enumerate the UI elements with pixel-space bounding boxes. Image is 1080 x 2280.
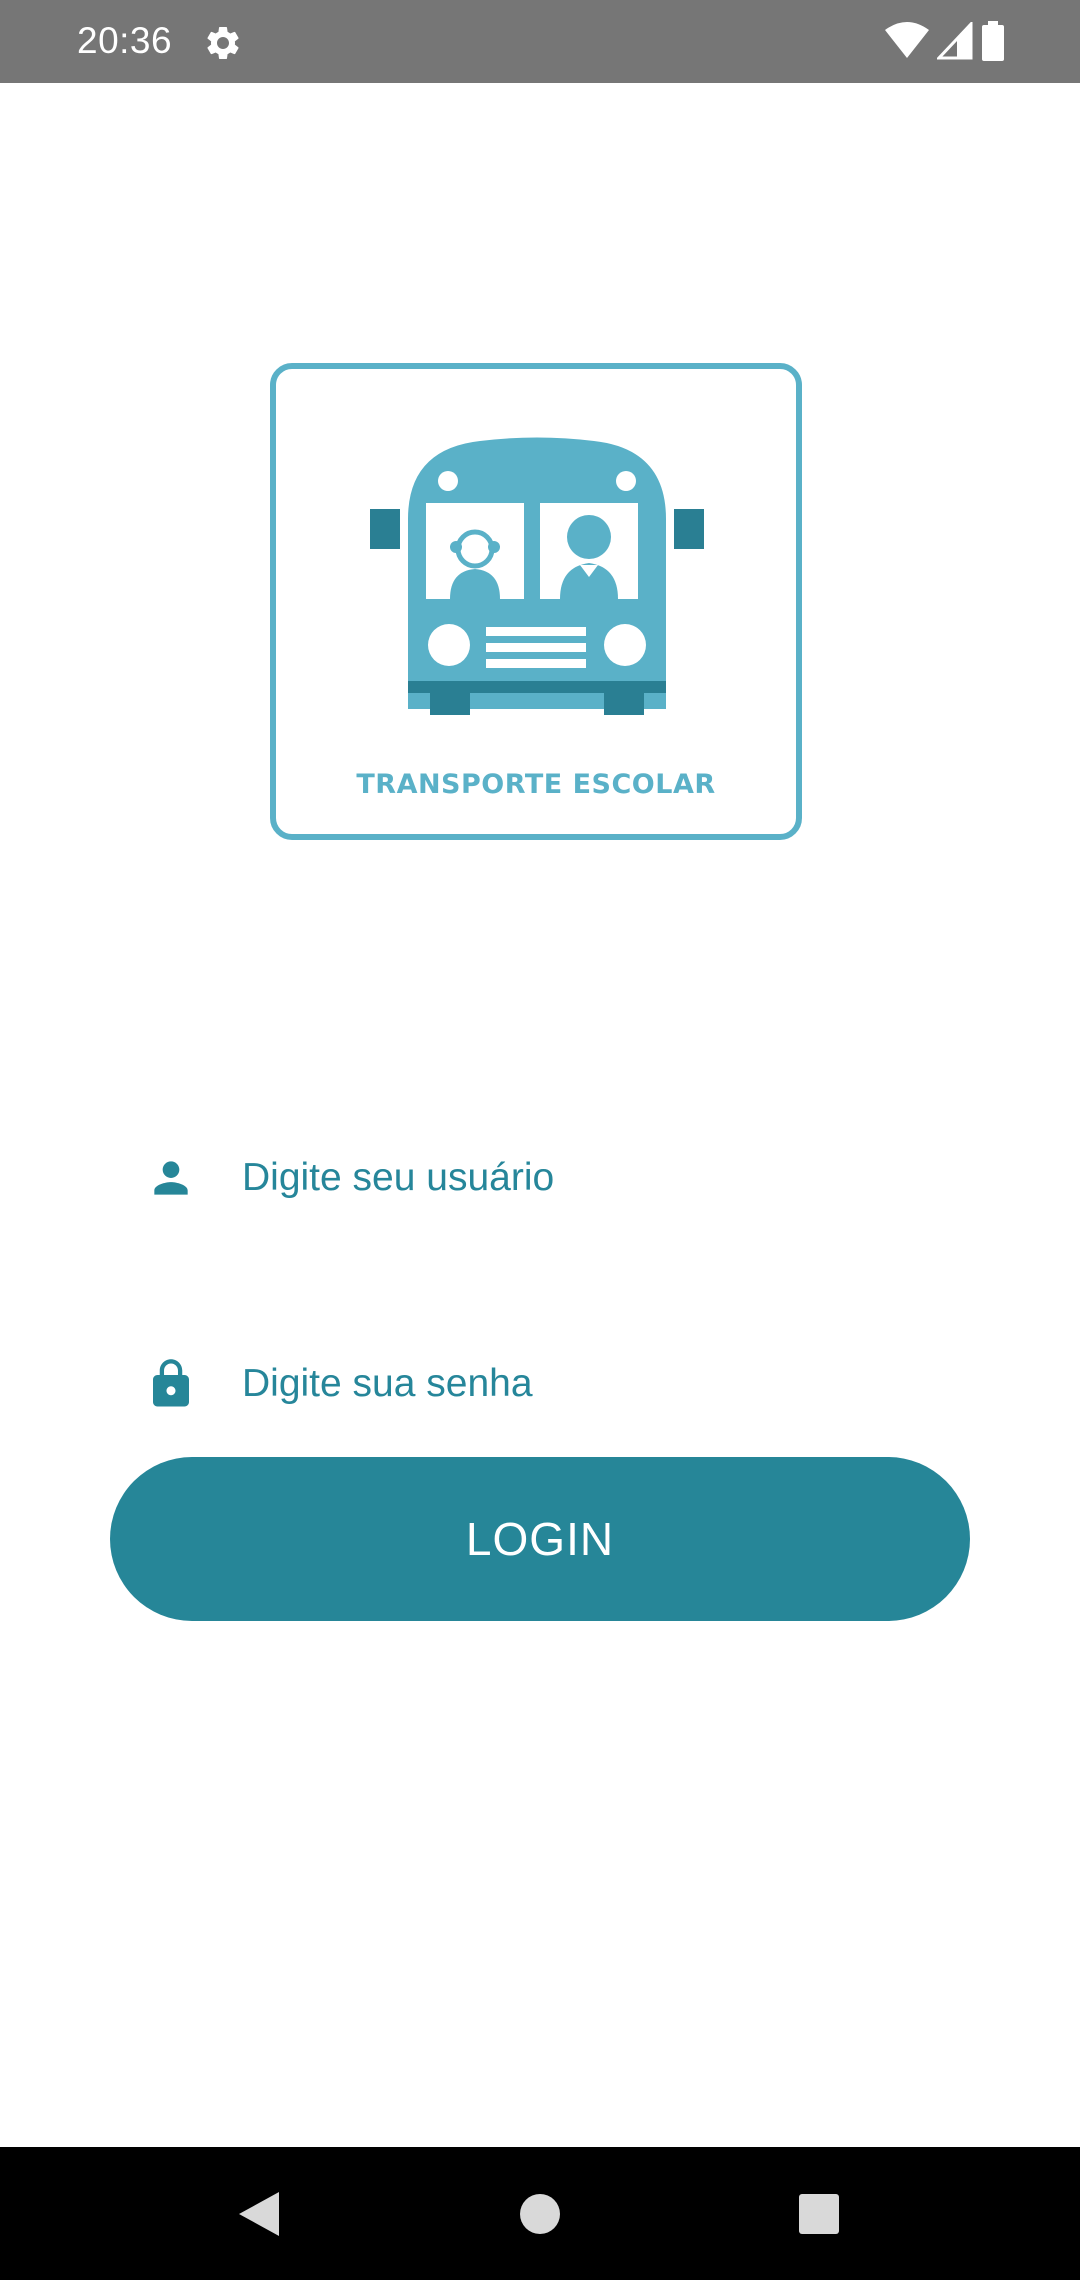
username-input[interactable] xyxy=(232,1123,970,1233)
school-bus-icon xyxy=(370,437,704,715)
signal-icon xyxy=(935,19,973,65)
back-icon[interactable] xyxy=(192,2147,325,2280)
password-field[interactable] xyxy=(110,1329,970,1439)
battery-icon xyxy=(981,20,1005,66)
login-screen: TRANSPORTE ESCOLAR LOGIN xyxy=(0,83,1080,2147)
gear-icon xyxy=(203,23,243,63)
app-logo: TRANSPORTE ESCOLAR xyxy=(270,363,802,840)
logo-text: TRANSPORTE ESCOLAR xyxy=(356,769,716,800)
wifi-icon xyxy=(885,21,929,65)
status-icons xyxy=(885,19,1005,66)
navigation-bar xyxy=(0,2147,1080,2280)
status-bar: 20:36 xyxy=(0,0,1080,83)
status-time: 20:36 xyxy=(77,20,173,61)
password-input[interactable] xyxy=(232,1329,970,1439)
username-field[interactable] xyxy=(110,1123,970,1233)
home-icon[interactable] xyxy=(473,2147,606,2280)
person-icon xyxy=(110,1123,232,1233)
login-button[interactable]: LOGIN xyxy=(110,1457,970,1621)
recents-icon[interactable] xyxy=(752,2147,885,2280)
lock-icon xyxy=(110,1329,232,1439)
